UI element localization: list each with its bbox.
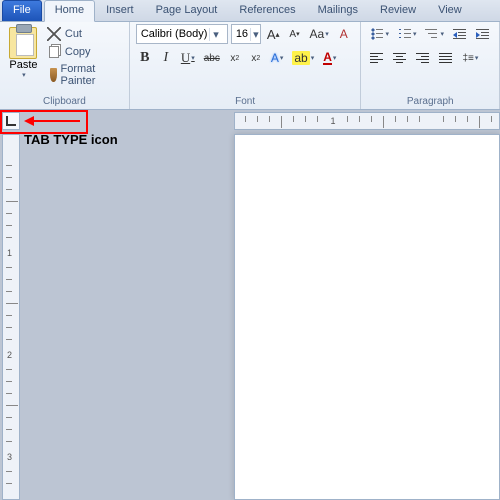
bold-button[interactable]: B	[136, 48, 154, 68]
annotation-arrow-icon	[24, 116, 80, 126]
cut-button[interactable]: Cut	[45, 26, 123, 42]
tab-file[interactable]: File	[2, 0, 42, 21]
paste-icon	[9, 27, 37, 59]
clipboard-group-label: Clipboard	[6, 95, 123, 109]
tab-review[interactable]: Review	[369, 0, 427, 21]
cut-label: Cut	[65, 28, 82, 40]
numbering-button[interactable]: ▾	[395, 24, 420, 44]
text-effects-button[interactable]: A▾	[268, 48, 287, 68]
paragraph-group-label: Paragraph	[367, 95, 493, 109]
bullets-icon	[370, 27, 384, 41]
bullets-button[interactable]: ▾	[367, 24, 392, 44]
format-painter-icon	[50, 68, 57, 82]
justify-icon	[439, 52, 453, 64]
tab-references[interactable]: References	[228, 0, 306, 21]
group-clipboard: Paste ▾ Cut Copy Format Painter Clipboar…	[0, 22, 130, 109]
ruler-v-number: 1	[7, 248, 12, 258]
align-center-button[interactable]	[390, 48, 410, 68]
chevron-down-icon[interactable]: ▾	[209, 28, 219, 41]
increase-indent-icon	[476, 28, 490, 40]
tab-insert[interactable]: Insert	[95, 0, 145, 21]
align-left-icon	[370, 52, 384, 64]
align-right-button[interactable]	[413, 48, 433, 68]
ribbon: Paste ▾ Cut Copy Format Painter Clipboar…	[0, 22, 500, 110]
shrink-font-button[interactable]: A▾	[286, 24, 304, 44]
ribbon-tabs: File Home Insert Page Layout References …	[0, 0, 500, 22]
align-right-icon	[416, 52, 430, 64]
document-area: TAB TYPE icon 1	[0, 110, 500, 500]
font-name-value: Calibri (Body)	[141, 28, 208, 40]
line-spacing-button[interactable]: ‡≡▾	[459, 48, 481, 68]
format-painter-button[interactable]: Format Painter	[45, 62, 123, 88]
decrease-indent-button[interactable]	[450, 24, 470, 44]
group-paragraph: ▾ ▾ ▾ ‡≡▾ Paragraph	[361, 22, 500, 109]
copy-button[interactable]: Copy	[45, 44, 123, 60]
tab-page-layout[interactable]: Page Layout	[145, 0, 229, 21]
copy-icon	[49, 46, 59, 58]
multilevel-icon	[425, 27, 439, 41]
decrease-indent-icon	[453, 28, 467, 40]
highlight-button[interactable]: ab▾	[289, 48, 317, 68]
grow-font-button[interactable]: A▴	[264, 24, 283, 44]
group-font: Calibri (Body) ▾ 16 ▾ A▴ A▾ Aa▾ A B I U▾…	[130, 22, 362, 109]
paste-dropdown-icon[interactable]: ▾	[22, 71, 26, 79]
italic-button[interactable]: I	[157, 48, 175, 68]
ruler-h-number: 1	[330, 116, 335, 126]
font-size-value: 16	[236, 28, 248, 40]
paste-button[interactable]: Paste ▾	[6, 24, 41, 82]
font-group-label: Font	[136, 95, 355, 109]
font-color-button[interactable]: A▾	[320, 48, 339, 68]
change-case-button[interactable]: Aa▾	[307, 24, 332, 44]
tab-stop-left-icon	[6, 116, 16, 126]
clear-formatting-button[interactable]: A	[335, 24, 353, 44]
tab-view[interactable]: View	[427, 0, 473, 21]
cut-icon	[47, 27, 61, 41]
tab-mailings[interactable]: Mailings	[307, 0, 369, 21]
underline-button[interactable]: U▾	[178, 48, 198, 68]
horizontal-ruler[interactable]: 1	[234, 112, 500, 130]
tab-type-selector[interactable]	[2, 112, 20, 130]
subscript-button[interactable]: x2	[226, 48, 244, 68]
paste-label: Paste	[9, 59, 37, 71]
align-center-icon	[393, 52, 407, 64]
vertical-ruler[interactable]: 1 2 3	[2, 134, 20, 500]
strikethrough-button[interactable]: abc	[201, 48, 223, 68]
font-name-combo[interactable]: Calibri (Body) ▾	[136, 24, 228, 44]
tab-home[interactable]: Home	[44, 0, 95, 22]
document-page[interactable]	[234, 134, 500, 500]
ruler-v-number: 2	[7, 350, 12, 360]
chevron-down-icon[interactable]: ▾	[250, 28, 259, 41]
ruler-v-number: 3	[7, 452, 12, 462]
numbering-icon	[398, 27, 412, 41]
align-left-button[interactable]	[367, 48, 387, 68]
superscript-button[interactable]: x2	[247, 48, 265, 68]
increase-indent-button[interactable]	[473, 24, 493, 44]
font-size-combo[interactable]: 16 ▾	[231, 24, 261, 44]
copy-label: Copy	[65, 46, 91, 58]
annotation-label: TAB TYPE icon	[24, 132, 118, 147]
format-painter-label: Format Painter	[61, 63, 121, 87]
multilevel-list-button[interactable]: ▾	[422, 24, 447, 44]
justify-button[interactable]	[436, 48, 456, 68]
